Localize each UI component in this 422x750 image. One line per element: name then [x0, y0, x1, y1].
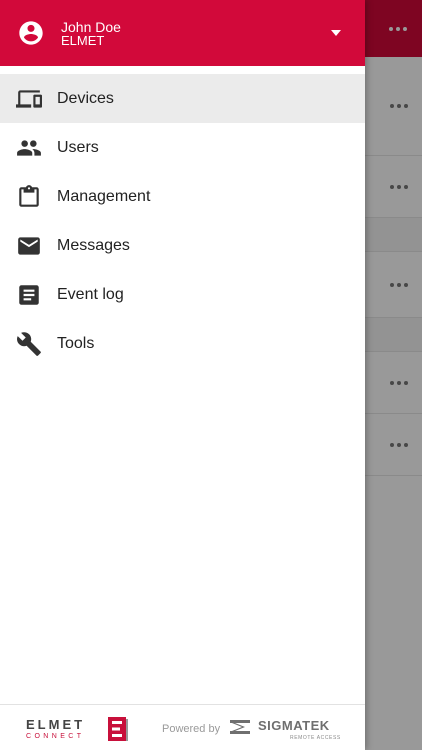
brand-name: ELMET: [26, 717, 86, 732]
account-header[interactable]: John Doe ELMET: [0, 0, 365, 66]
nav-label: Management: [57, 187, 151, 205]
nav-label: Messages: [57, 236, 130, 254]
devices-icon: [16, 86, 42, 112]
partner-name: SIGMATEK: [258, 718, 330, 733]
nav-item-users[interactable]: Users: [0, 123, 365, 172]
brand-subtitle: CONNECT: [26, 733, 85, 740]
user-organization: ELMET: [61, 33, 105, 48]
powered-by-text: Powered by: [162, 723, 221, 735]
account-circle-icon: [17, 19, 45, 47]
partner-subtitle: REMOTE ACCESS: [290, 735, 341, 741]
wrench-icon: [16, 331, 42, 357]
nav-list: Devices Users Management Messages Event …: [0, 74, 365, 368]
nav-label: Event log: [57, 285, 124, 303]
nav-label: Tools: [57, 334, 95, 352]
nav-item-messages[interactable]: Messages: [0, 221, 365, 270]
users-icon: [16, 135, 42, 161]
sigmatek-mark-icon: [230, 720, 254, 734]
nav-item-devices[interactable]: Devices: [0, 74, 365, 123]
chevron-down-icon[interactable]: [326, 26, 346, 40]
event-log-icon: [16, 282, 42, 308]
sigmatek-logo: SIGMATEK REMOTE ACCESS: [230, 718, 355, 744]
nav-item-event-log[interactable]: Event log: [0, 270, 365, 319]
elmet-logo: ELMET CONNECT: [26, 717, 130, 743]
nav-label: Users: [57, 138, 99, 156]
nav-item-tools[interactable]: Tools: [0, 319, 365, 368]
navigation-drawer: John Doe ELMET Devices Users Management: [0, 0, 365, 750]
elmet-mark-icon: [108, 717, 128, 741]
nav-label: Devices: [57, 89, 114, 107]
clipboard-icon: [16, 184, 42, 210]
mail-icon: [16, 233, 42, 259]
nav-item-management[interactable]: Management: [0, 172, 365, 221]
drawer-footer: ELMET CONNECT Powered by SIGMATEK REMOTE…: [0, 704, 365, 750]
